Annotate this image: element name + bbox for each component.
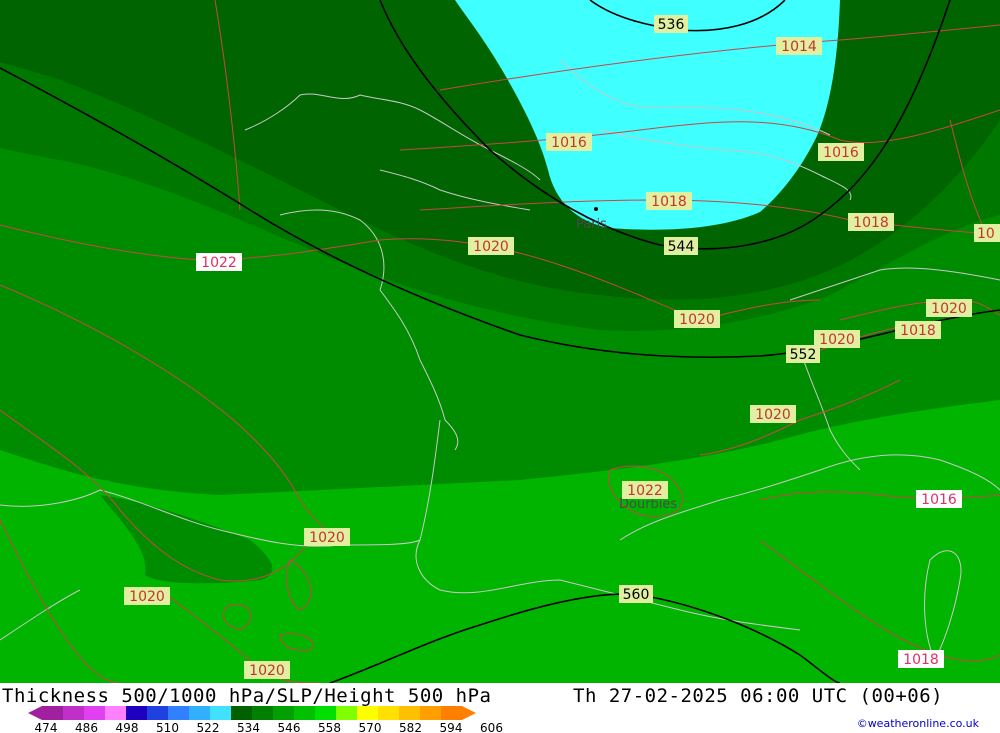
slp-label: 1018 <box>853 215 889 231</box>
slp-label: 1014 <box>781 39 817 55</box>
slp-label: 1020 <box>755 407 791 423</box>
slp-label: 10 <box>977 226 995 242</box>
label-536: 536 <box>658 17 685 33</box>
legend-swatch <box>273 706 295 720</box>
legend-tick-label: 558 <box>318 721 341 733</box>
legend-swatch <box>336 706 358 720</box>
legend-tick-label: 546 <box>278 721 301 733</box>
legend-swatch <box>399 706 421 720</box>
legend-swatch <box>63 706 85 720</box>
legend-swatch <box>252 706 274 720</box>
legend-swatch <box>42 706 64 720</box>
legend-tick-label: 498 <box>116 721 139 733</box>
label-544: 544 <box>668 239 695 255</box>
map-footer: Thickness 500/1000 hPa/SLP/Height 500 hP… <box>0 683 1000 733</box>
legend-tick-label: 486 <box>75 721 98 733</box>
legend-swatch <box>168 706 190 720</box>
legend-swatch <box>147 706 169 720</box>
slp-label: 1020 <box>679 312 715 328</box>
legend-tick-label: 474 <box>35 721 58 733</box>
label-552: 552 <box>790 347 817 363</box>
slp-label: 1020 <box>309 530 345 546</box>
legend-swatch <box>126 706 148 720</box>
legend-swatch <box>294 706 316 720</box>
slp-label: 1020 <box>129 589 165 605</box>
legend-tick-label: 582 <box>399 721 422 733</box>
legend-tick-label: 534 <box>237 721 260 733</box>
legend-swatch <box>189 706 211 720</box>
credit-link[interactable]: ©weatheronline.co.uk <box>857 717 979 730</box>
paris-marker <box>594 207 598 211</box>
legend-tick-label: 606 <box>480 721 503 733</box>
slp-label: 1022 <box>627 483 663 499</box>
legend-swatch <box>420 706 442 720</box>
slp-label: 1016 <box>823 145 859 161</box>
valid-time: Th 27-02-2025 06:00 UTC (00+06) <box>573 685 944 707</box>
slp-label: 1020 <box>249 663 285 679</box>
legend-swatch <box>84 706 106 720</box>
legend-arrow-left <box>28 706 42 720</box>
slp-label: 1016 <box>921 492 957 508</box>
slp-label: 1016 <box>551 135 587 151</box>
weather-map: Paris Dourbies 536 544 552 560 1014 1016… <box>0 0 1000 683</box>
slp-label: 1018 <box>651 194 687 210</box>
legend-swatch <box>315 706 337 720</box>
legend-swatch <box>357 706 379 720</box>
legend-arrow-right <box>462 706 476 720</box>
slp-label: 1018 <box>900 323 936 339</box>
legend-tick-label: 522 <box>197 721 220 733</box>
legend-tick-label: 510 <box>156 721 179 733</box>
label-560: 560 <box>623 587 650 603</box>
paris-label: Paris <box>576 217 607 232</box>
dourbies-label: Dourbies <box>619 497 677 512</box>
legend-swatch <box>231 706 253 720</box>
legend-swatch <box>441 706 463 720</box>
legend-swatch <box>210 706 232 720</box>
color-legend: 474 486 498 510 522 534 546 558 570 582 594 606 <box>28 706 503 733</box>
slp-label: 1020 <box>473 239 509 255</box>
legend-swatch <box>105 706 127 720</box>
slp-label: 1020 <box>931 301 967 317</box>
legend-swatch <box>378 706 400 720</box>
slp-label: 1020 <box>819 332 855 348</box>
legend-tick-label: 594 <box>440 721 463 733</box>
slp-label: 1018 <box>903 652 939 668</box>
slp-label: 1022 <box>201 255 237 271</box>
legend-tick-label: 570 <box>359 721 382 733</box>
